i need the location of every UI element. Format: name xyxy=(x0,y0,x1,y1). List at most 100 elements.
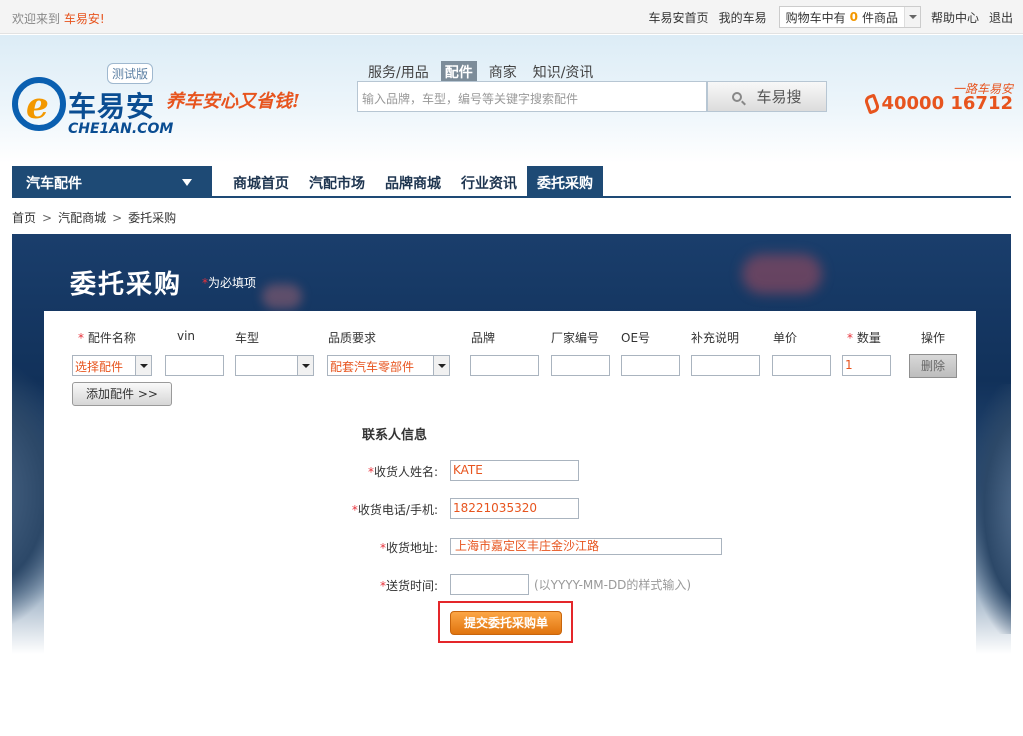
nav-item-proxy-purchase[interactable]: 委托采购 xyxy=(527,166,603,198)
help-center-link[interactable]: 帮助中心 xyxy=(931,9,979,26)
nav-item-brand-mall[interactable]: 品牌商城 xyxy=(375,166,451,198)
nav-item-mall-home[interactable]: 商城首页 xyxy=(223,166,299,198)
search-tab-services[interactable]: 服务/用品 xyxy=(364,61,433,83)
search-icon xyxy=(732,91,743,102)
welcome-text: 欢迎来到 车易安! xyxy=(12,10,105,27)
category-label: 汽车配件 xyxy=(26,176,82,192)
header-remark: 补充说明 xyxy=(691,331,740,345)
address-input[interactable]: 上海市嘉定区丰庄金沙江路 xyxy=(450,538,722,555)
top-links: 车易安首页 我的车易 购物车中有 0 件商品 帮助中心 退出 xyxy=(639,6,1013,28)
delivery-time-hint: (以YYYY-MM-DD的样式输入) xyxy=(534,578,692,592)
required-star: * xyxy=(847,331,853,345)
home-link[interactable]: 车易安首页 xyxy=(649,9,709,26)
header: e 车易安 CHE1AN.COM 测试版 养车安心又省钱! 服务/用品 配件 商… xyxy=(0,35,1023,163)
add-part-button[interactable]: 添加配件 >> xyxy=(72,382,172,406)
header-action: 操作 xyxy=(921,331,946,345)
slogan: 养车安心又省钱! xyxy=(166,91,300,112)
breadcrumb-current: 委托采购 xyxy=(128,211,177,225)
required-note-text: 为必填项 xyxy=(208,276,257,290)
address-label: *收货地址: xyxy=(298,539,438,556)
header-part-name: * 配件名称 xyxy=(78,329,136,346)
vin-input[interactable] xyxy=(165,355,224,376)
chevron-down-icon xyxy=(297,356,313,375)
part-name-select[interactable]: 选择配件 xyxy=(72,355,152,376)
header-quality: 品质要求 xyxy=(328,331,377,345)
hotline-number: 40000 16712 xyxy=(881,93,1013,114)
logo-domain: CHE1AN.COM xyxy=(68,121,174,137)
required-star: * xyxy=(78,331,84,345)
nav-item-industry-news[interactable]: 行业资讯 xyxy=(451,166,527,198)
header-oe-no: OE号 xyxy=(621,331,651,345)
breadcrumb-home[interactable]: 首页 xyxy=(12,211,36,225)
search-button-label: 车易搜 xyxy=(756,88,802,106)
price-input[interactable] xyxy=(772,355,831,376)
chevron-down-icon xyxy=(433,356,449,375)
welcome-prefix: 欢迎来到 xyxy=(12,12,61,26)
model-select[interactable] xyxy=(235,355,314,376)
breadcrumb-separator: > xyxy=(42,211,53,225)
beta-badge: 测试版 xyxy=(107,63,154,84)
phone-label-text: 收货电话/手机: xyxy=(357,503,438,517)
remark-input[interactable] xyxy=(691,355,760,376)
breadcrumb: 首页 > 汽配商城 > 委托采购 xyxy=(12,209,176,226)
header-vin: vin xyxy=(177,329,196,343)
address-label-text: 收货地址: xyxy=(385,541,438,555)
logo-text[interactable]: 车易安 xyxy=(68,85,155,125)
required-note: *为必填项 xyxy=(202,274,256,291)
breadcrumb-separator: > xyxy=(112,211,123,225)
delivery-time-input[interactable] xyxy=(450,574,529,595)
contact-section-title: 联系人信息 xyxy=(362,428,428,443)
oe-no-input[interactable] xyxy=(621,355,680,376)
recipient-name-input[interactable]: KATE xyxy=(450,460,579,481)
chevron-down-icon[interactable] xyxy=(903,7,920,27)
phone-label: *收货电话/手机: xyxy=(298,501,438,518)
brand-input[interactable] xyxy=(470,355,539,376)
phone-input[interactable]: 18221035320 xyxy=(450,498,579,519)
part-name-value: 选择配件 xyxy=(75,360,124,374)
chevron-down-icon xyxy=(135,356,151,375)
category-dropdown[interactable]: 汽车配件 xyxy=(12,166,212,198)
top-bar: 欢迎来到 车易安! 车易安首页 我的车易 购物车中有 0 件商品 帮助中心 退出 xyxy=(0,0,1023,34)
search-tab-parts[interactable]: 配件 xyxy=(440,61,477,83)
header-qty-label: 数量 xyxy=(856,331,881,345)
header-price: 单价 xyxy=(773,331,798,345)
nav-item-parts-market[interactable]: 汽配市场 xyxy=(299,166,375,198)
welcome-brand-link[interactable]: 车易安! xyxy=(64,12,105,26)
delete-button[interactable]: 删除 xyxy=(909,354,957,378)
search-input[interactable]: 输入品牌，车型，编号等关键字搜索配件 xyxy=(357,81,707,112)
search-tabs: 服务/用品 配件 商家 知识/资讯 xyxy=(364,61,605,83)
name-label: *收货人姓名: xyxy=(298,463,438,480)
search-button[interactable]: 车易搜 xyxy=(707,81,827,112)
cart-count: 0 xyxy=(849,10,858,24)
header-brand: 品牌 xyxy=(471,331,496,345)
name-label-text: 收货人姓名: xyxy=(373,465,438,479)
cart-dropdown[interactable]: 购物车中有 0 件商品 xyxy=(778,6,921,28)
hotline: 40000 16712 xyxy=(863,92,1013,115)
page-title: 委托采购 xyxy=(70,270,183,300)
header-oem-no: 厂家编号 xyxy=(551,331,600,345)
delivery-time-label: *送货时间: xyxy=(298,577,438,594)
banner-light xyxy=(742,254,822,294)
cart-suffix: 件商品 xyxy=(861,10,898,25)
oem-no-input[interactable] xyxy=(551,355,610,376)
triangle-down-icon xyxy=(182,179,192,191)
quality-value: 配套汽车零部件 xyxy=(330,360,415,374)
cart-prefix: 购物车中有 xyxy=(785,10,846,25)
header-model: 车型 xyxy=(235,331,260,345)
banner-light xyxy=(262,284,302,309)
quality-select[interactable]: 配套汽车零部件 xyxy=(327,355,450,376)
logout-link[interactable]: 退出 xyxy=(989,9,1013,26)
banner-car-image xyxy=(971,384,1011,634)
header-qty: * 数量 xyxy=(847,329,881,346)
header-part-name-label: 配件名称 xyxy=(87,331,136,345)
submit-order-button[interactable]: 提交委托采购单 xyxy=(450,611,562,635)
quantity-input[interactable]: 1 xyxy=(842,355,891,376)
delivery-time-label-text: 送货时间: xyxy=(385,579,438,593)
search-tab-merchants[interactable]: 商家 xyxy=(485,61,521,83)
breadcrumb-mall[interactable]: 汽配商城 xyxy=(58,211,106,225)
my-account-link[interactable]: 我的车易 xyxy=(719,9,767,26)
phone-icon xyxy=(863,92,882,115)
main-nav: 汽车配件 商城首页 汽配市场 品牌商城 行业资讯 委托采购 xyxy=(12,166,1011,198)
search-tab-news[interactable]: 知识/资讯 xyxy=(529,61,598,83)
logo-icon[interactable]: e xyxy=(12,77,66,131)
